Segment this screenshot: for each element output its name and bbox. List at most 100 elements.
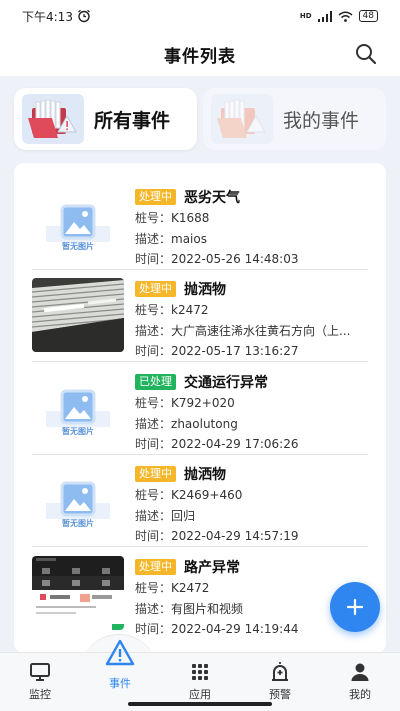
event-time: 时间：2022-04-29 14:19:44 <box>135 619 368 640</box>
list-item[interactable]: 暂无图片 已处理 交通运行异常 桩号：K792+020 描述：zhaoluton… <box>32 371 368 463</box>
time-value: 2022-04-29 14:19:44 <box>171 622 299 636</box>
image-placeholder-icon: 暂无图片 <box>32 186 124 260</box>
status-left: 下午4:13 <box>22 8 91 25</box>
time-label: 时间： <box>135 622 172 636</box>
user-icon <box>351 663 369 681</box>
list-item[interactable]: 暂无图片 处理中 抛洒物 桩号：K2469+460 描述：回归 时间：2022-… <box>32 463 368 555</box>
app-screenshot-image <box>32 556 124 630</box>
event-title-row: 已处理 交通运行异常 <box>135 371 368 393</box>
event-title-row: 处理中 路产异常 <box>135 556 368 578</box>
desc-value: 大广高速往浠水往黄石方向（上... <box>171 323 351 338</box>
pile-value: k2472 <box>171 303 209 317</box>
event-desc: 描述：zhaolutong <box>135 414 368 435</box>
pile-label: 桩号： <box>135 581 172 595</box>
event-thumbnail-photo <box>32 278 124 352</box>
desc-label: 描述： <box>135 601 172 616</box>
event-desc: 描述：maios <box>135 229 368 250</box>
pile-value: K1688 <box>171 211 210 225</box>
time-label: 时间： <box>135 529 172 543</box>
list-item[interactable]: 处理中 路产异常 桩号：K2472 描述：有图片和视频 时间：2022-04-2… <box>32 556 368 648</box>
status-badge: 已处理 <box>135 374 176 390</box>
event-list: 暂无图片 处理中 恶劣天气 桩号：K1688 描述：maios 时间：2022-… <box>14 163 386 653</box>
image-placeholder-icon: 暂无图片 <box>32 463 124 537</box>
tab-all-events[interactable]: 所有事件 <box>14 88 197 150</box>
event-tabs: 所有事件 我的事件 <box>14 88 386 150</box>
nav-label: 我的 <box>349 688 371 701</box>
event-thumbnail-placeholder: 暂无图片 <box>32 371 124 445</box>
event-time: 时间：2022-04-29 17:06:26 <box>135 434 368 455</box>
event-pile: 桩号：K1688 <box>135 208 368 229</box>
event-title: 路产异常 <box>184 560 240 576</box>
status-bar: 下午4:13 HD 48 <box>0 0 400 32</box>
thumbnail-caption: 暂无图片 <box>62 241 94 251</box>
event-desc: 描述：大广高速往浠水往黄石方向（上... <box>135 321 368 342</box>
time-value: 2022-05-17 13:16:27 <box>171 344 299 358</box>
divider <box>32 269 368 270</box>
divider <box>32 361 368 362</box>
event-thumbnail-placeholder: 暂无图片 <box>32 463 124 537</box>
status-badge: 处理中 <box>135 281 176 297</box>
all-events-illustration <box>22 94 84 144</box>
event-desc: 描述：回归 <box>135 506 368 527</box>
add-event-button[interactable] <box>330 582 380 632</box>
event-info: 处理中 恶劣天气 桩号：K1688 描述：maios 时间：2022-05-26… <box>135 186 368 270</box>
event-time: 时间：2022-05-26 14:48:03 <box>135 249 368 270</box>
status-badge: 处理中 <box>135 466 176 482</box>
desc-value: zhaolutong <box>171 416 238 431</box>
nav-item-monitor[interactable]: 监控 <box>0 653 80 711</box>
apps-grid-icon <box>192 664 208 680</box>
time-label: 时间： <box>135 437 172 451</box>
event-info: 处理中 抛洒物 桩号：k2472 描述：大广高速往浠水往黄石方向（上... 时间… <box>135 278 368 362</box>
pile-value: K2469+460 <box>171 488 243 502</box>
warning-icon <box>105 639 135 666</box>
pile-label: 桩号： <box>135 211 172 225</box>
tab-my-events[interactable]: 我的事件 <box>203 88 386 150</box>
home-indicator <box>128 702 272 706</box>
divider <box>32 454 368 455</box>
time-value: 2022-04-29 17:06:26 <box>171 437 299 451</box>
event-info: 处理中 抛洒物 桩号：K2469+460 描述：回归 时间：2022-04-29… <box>135 463 368 547</box>
pile-label: 桩号： <box>135 396 172 410</box>
event-title-row: 处理中 抛洒物 <box>135 463 368 485</box>
status-badge: 处理中 <box>135 559 176 575</box>
desc-value: 回归 <box>171 508 196 523</box>
nav-item-profile[interactable]: 我的 <box>320 653 400 711</box>
desc-label: 描述： <box>135 323 172 338</box>
pile-label: 桩号： <box>135 303 172 317</box>
page-title: 事件列表 <box>164 46 236 67</box>
event-time: 时间：2022-05-17 13:16:27 <box>135 341 368 362</box>
alarm-icon <box>272 662 288 681</box>
nav-label: 监控 <box>29 688 51 701</box>
search-icon[interactable] <box>354 42 378 66</box>
nav-label: 事件 <box>109 677 131 690</box>
desc-value: maios <box>171 231 207 246</box>
wifi-icon <box>338 11 353 22</box>
header: 事件列表 <box>0 32 400 76</box>
event-title-row: 处理中 恶劣天气 <box>135 186 368 208</box>
thumbnail-caption: 暂无图片 <box>62 518 94 528</box>
status-time: 下午4:13 <box>22 9 73 24</box>
signal-icon <box>317 10 332 22</box>
desc-value: 有图片和视频 <box>171 601 244 616</box>
tab-all-events-label: 所有事件 <box>94 109 171 132</box>
time-label: 时间： <box>135 344 172 358</box>
nav-item-events[interactable]: 事件 <box>80 639 160 711</box>
time-label: 时间： <box>135 252 172 266</box>
list-item[interactable]: 暂无图片 处理中 恶劣天气 桩号：K1688 描述：maios 时间：2022-… <box>32 186 368 278</box>
tab-my-events-label: 我的事件 <box>283 109 360 132</box>
event-title-row: 处理中 抛洒物 <box>135 278 368 300</box>
event-title: 抛洒物 <box>184 467 226 483</box>
list-item[interactable]: 处理中 抛洒物 桩号：k2472 描述：大广高速往浠水往黄石方向（上... 时间… <box>32 278 368 370</box>
event-info: 已处理 交通运行异常 桩号：K792+020 描述：zhaolutong 时间：… <box>135 371 368 455</box>
desc-label: 描述： <box>135 508 172 523</box>
ceiling-photo-image <box>32 278 124 352</box>
event-thumbnail-photo <box>32 556 124 630</box>
desc-label: 描述： <box>135 416 172 431</box>
plus-icon <box>346 598 364 616</box>
network-label: HD <box>299 12 312 20</box>
event-pile: 桩号：K792+020 <box>135 393 368 414</box>
alarm-clock-icon <box>78 9 90 23</box>
event-thumbnail-placeholder: 暂无图片 <box>32 186 124 260</box>
event-title: 恶劣天气 <box>184 190 240 206</box>
event-pile: 桩号：K2469+460 <box>135 485 368 506</box>
